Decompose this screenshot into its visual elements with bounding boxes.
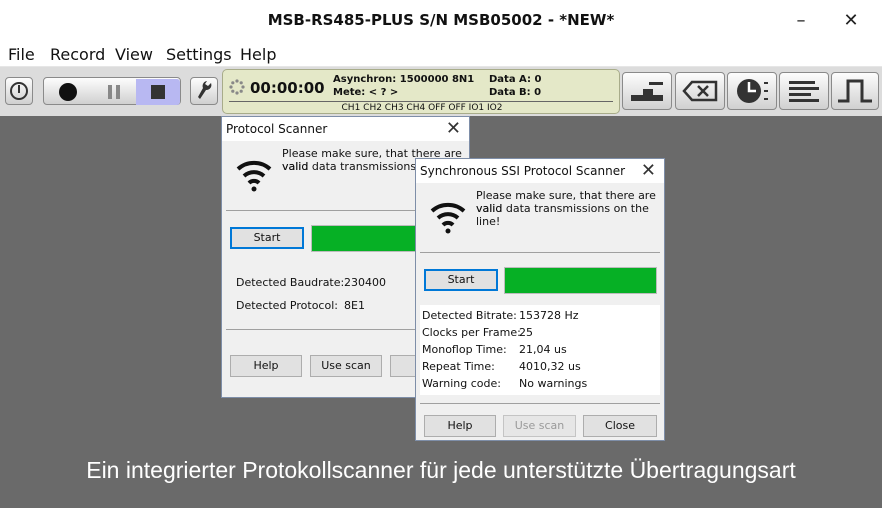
caption-text: Ein integrierter Protokollscanner für je…	[86, 457, 796, 483]
start-button[interactable]: Start	[424, 269, 498, 291]
menu-bar: File Record View Settings Help	[0, 42, 882, 67]
stop-button[interactable]	[136, 79, 180, 105]
title-bar: MSB-RS485-PLUS S/N MSB05002 - *NEW* – ✕	[0, 0, 882, 42]
trigger-icon	[631, 82, 663, 101]
protocol-value: 8E1	[344, 299, 365, 312]
power-button[interactable]	[5, 77, 33, 105]
help-button[interactable]: Help	[424, 415, 496, 437]
clocks-label: Clocks per Frame:	[422, 326, 521, 339]
minimize-icon[interactable]: –	[790, 10, 812, 32]
close-icon[interactable]: ✕	[840, 10, 862, 32]
waveform-button[interactable]	[831, 72, 879, 110]
wifi-icon	[430, 202, 466, 234]
toolbar: 00:00:00 Asynchron: 1500000 8N1 Mete: < …	[0, 67, 882, 116]
use-scan-button[interactable]: Use scan	[503, 415, 576, 437]
protocol-label: Detected Protocol:	[236, 299, 338, 312]
menu-view[interactable]: View	[115, 45, 153, 64]
data-b-text: Data B: 0	[489, 87, 542, 98]
scanner-instruction-line2: valid data transmissions on	[282, 160, 434, 173]
record-controls	[43, 77, 181, 105]
baudrate-label: Detected Baudrate:	[236, 276, 345, 289]
power-icon	[10, 82, 28, 100]
pause-button[interactable]	[92, 79, 136, 105]
repeat-label: Repeat Time:	[422, 360, 495, 373]
ssi-scanner-body: Please make sure, that there are valid v…	[416, 183, 664, 440]
warning-value: No warnings	[519, 377, 588, 390]
baudrate-value: 230400	[344, 276, 386, 289]
menu-file[interactable]: File	[8, 45, 35, 64]
scan-progress-bar	[504, 267, 657, 294]
status-divider	[229, 101, 613, 102]
use-scan-button[interactable]: Use scan	[310, 355, 382, 377]
mode-text: Asynchron: 1500000 8N1	[333, 74, 475, 85]
warning-label: Warning code:	[422, 377, 501, 390]
close-icon[interactable]: ✕	[446, 118, 461, 139]
stop-icon	[151, 85, 165, 99]
record-icon	[59, 83, 77, 101]
results-panel: Detected Bitrate: 153728 Hz Clocks per F…	[420, 305, 660, 395]
menu-settings[interactable]: Settings	[166, 45, 232, 64]
list-icon	[789, 81, 819, 102]
bitrate-value: 153728 Hz	[519, 309, 579, 322]
clocks-value: 25	[519, 326, 533, 339]
wrench-icon	[198, 81, 212, 99]
menu-record[interactable]: Record	[50, 45, 105, 64]
scanner-instruction-line2: valid data transmissions on the line!	[476, 202, 649, 228]
trigger-button[interactable]	[622, 72, 672, 110]
close-button[interactable]: Close	[583, 415, 657, 437]
clock-icon	[737, 79, 768, 103]
status-panel: 00:00:00 Asynchron: 1500000 8N1 Mete: < …	[222, 69, 620, 114]
protocol-scanner-titlebar: Protocol Scanner ✕	[222, 117, 469, 141]
ssi-scanner-titlebar: Synchronous SSI Protocol Scanner ✕	[416, 159, 664, 183]
repeat-value: 4010,32 us	[519, 360, 581, 373]
record-button[interactable]	[46, 79, 90, 105]
pause-icon	[108, 85, 120, 99]
settings-wrench-button[interactable]	[190, 77, 218, 105]
ssi-scanner-title: Synchronous SSI Protocol Scanner	[420, 164, 626, 178]
monoflop-value: 21,04 us	[519, 343, 567, 356]
elapsed-time: 00:00:00	[250, 79, 325, 97]
close-icon[interactable]: ✕	[641, 160, 656, 181]
clear-icon	[682, 80, 718, 102]
data-a-text: Data A: 0	[489, 74, 542, 85]
list-view-button[interactable]	[779, 72, 829, 110]
divider	[420, 252, 660, 253]
ssi-scanner-dialog: Synchronous SSI Protocol Scanner ✕ Pleas…	[415, 158, 665, 441]
bitrate-label: Detected Bitrate:	[422, 309, 517, 322]
window-title: MSB-RS485-PLUS S/N MSB05002 - *NEW*	[267, 11, 615, 29]
channel-list: CH1 CH2 CH3 CH4 OFF OFF IO1 IO2	[341, 103, 503, 113]
clear-button[interactable]	[675, 72, 725, 110]
wifi-icon	[236, 160, 272, 192]
help-button[interactable]: Help	[230, 355, 302, 377]
monoflop-label: Monoflop Time:	[422, 343, 507, 356]
busy-spinner-icon	[229, 79, 245, 95]
timing-button[interactable]	[727, 72, 777, 110]
divider	[420, 403, 660, 404]
protocol-scanner-title: Protocol Scanner	[226, 122, 328, 136]
start-button[interactable]: Start	[230, 227, 304, 249]
menu-help[interactable]: Help	[240, 45, 276, 64]
pulse-icon	[838, 79, 872, 103]
mete-text: Mete: < ? >	[333, 87, 399, 98]
